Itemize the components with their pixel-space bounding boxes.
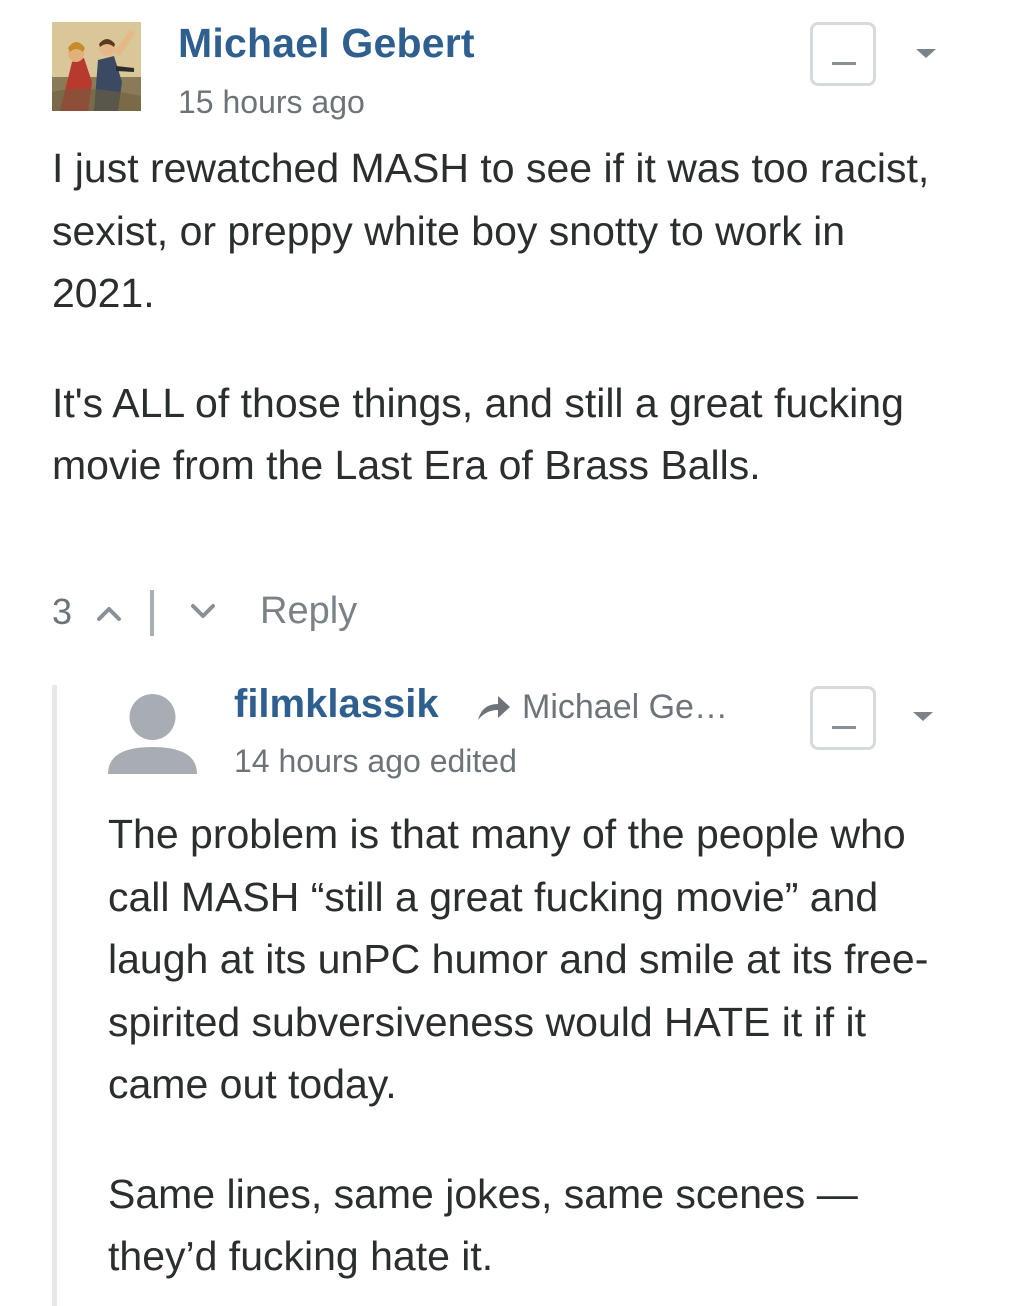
upvote-icon[interactable] [94,598,124,628]
chevron-down-icon[interactable] [913,712,933,721]
default-avatar-icon [108,685,197,774]
vote-divider [150,590,154,636]
collapse-button[interactable] [810,686,876,750]
comment-thread: Michael Gebert 15 hours ago I just rewat… [0,0,1009,1306]
comment-body: The problem is that many of the people w… [108,803,958,1288]
comment-paragraph: I just rewatched MASH to see if it was t… [52,145,930,316]
avatar[interactable] [52,22,141,111]
avatar[interactable] [108,685,197,774]
reply-arrow-icon [478,696,510,720]
comment-paragraph: Same lines, same jokes, same scenes — th… [108,1170,858,1280]
timestamp[interactable]: 15 hours ago [178,84,365,121]
author-name[interactable]: filmklassik [234,682,439,727]
reply-button[interactable]: Reply [260,590,357,633]
comment-paragraph: The problem is that many of the people w… [108,811,929,1107]
upvote-count: 3 [52,591,73,632]
avatar-illustration [52,22,141,111]
chevron-down-icon[interactable] [916,49,936,58]
in-reply-to-link[interactable]: Michael Ge… [522,688,728,727]
thread-line [52,685,57,1306]
timestamp[interactable]: 14 hours ago edited [234,743,517,780]
minus-icon [832,726,856,729]
collapse-button[interactable] [810,22,876,86]
author-name[interactable]: Michael Gebert [178,20,475,67]
minus-icon [832,62,856,65]
comment-body: I just rewatched MASH to see if it was t… [52,137,952,497]
comment-paragraph: It's ALL of those things, and still a gr… [52,379,904,489]
downvote-icon[interactable] [188,596,218,626]
